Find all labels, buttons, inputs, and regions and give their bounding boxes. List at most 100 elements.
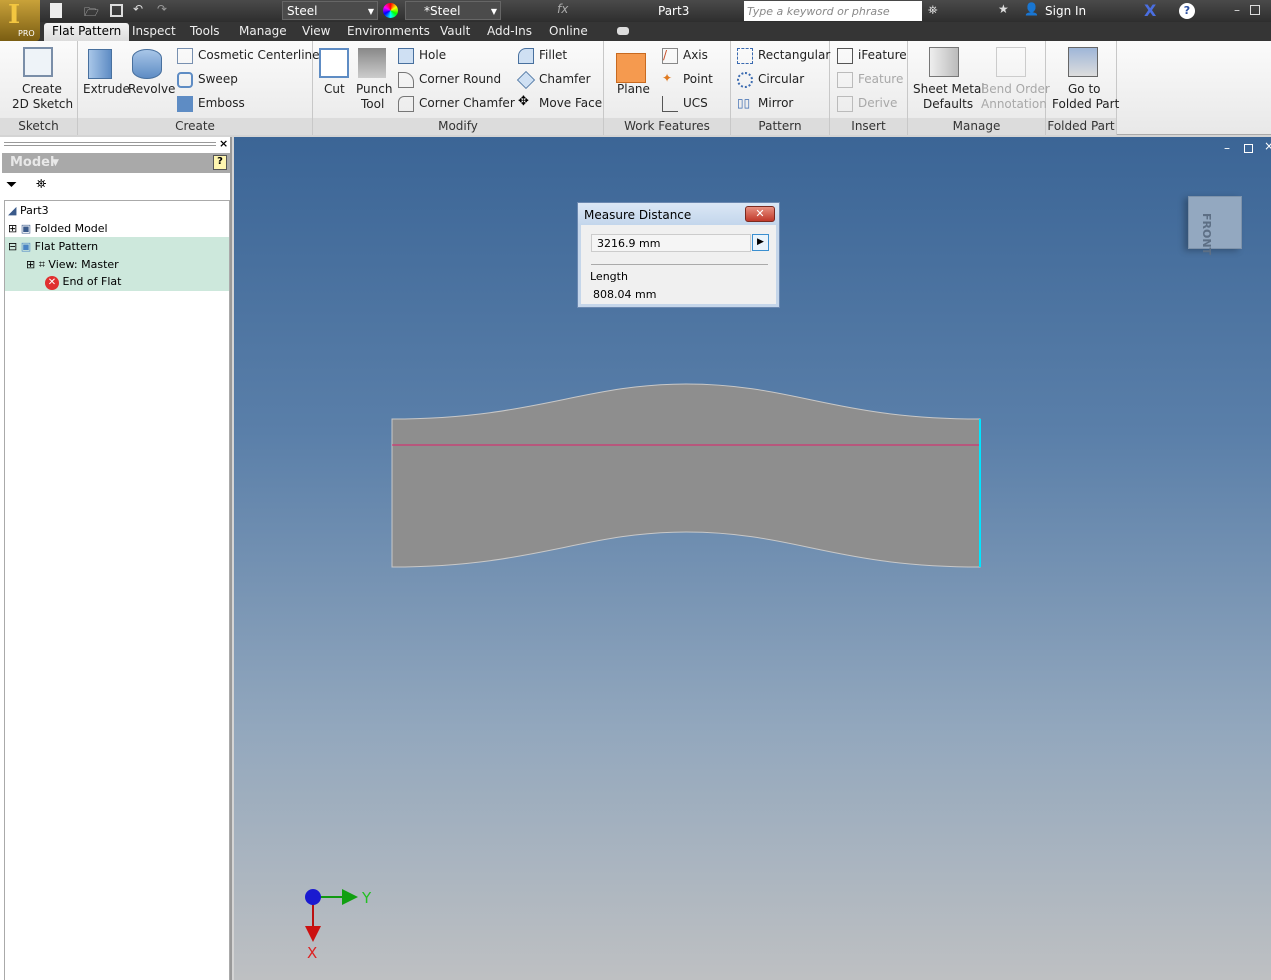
minimize-icon[interactable]: – <box>1234 3 1240 17</box>
tab-environments[interactable]: Environments <box>339 23 438 41</box>
exchange-icon[interactable]: X <box>1144 1 1156 20</box>
collapse-icon[interactable]: ⊟ <box>8 240 17 253</box>
appearance-select[interactable]: *Steel ▼ <box>405 1 501 20</box>
panel-label-modify: Modify <box>313 118 603 135</box>
tree-item-folded-model[interactable]: ⊞ ▣ Folded Model <box>8 222 108 235</box>
browser-header[interactable]: Model ▼ ? <box>2 153 230 173</box>
y-axis-arrow <box>342 889 358 905</box>
chamfer-button[interactable]: Chamfer <box>539 72 591 87</box>
cut-button[interactable]: Cut <box>324 82 345 97</box>
tab-online[interactable]: Online <box>541 23 596 41</box>
help-icon[interactable]: ? <box>213 155 227 170</box>
panel-sketch: Create 2D Sketch Sketch <box>0 41 78 135</box>
derive-button[interactable]: Derive <box>858 96 897 111</box>
tree-item-end-of-flat[interactable]: ✕ End of Flat <box>45 275 121 290</box>
chamfer-icon <box>516 70 536 90</box>
flat-pattern-part <box>391 383 981 568</box>
bend-order-annotation-button[interactable]: Bend Order <box>981 82 1050 97</box>
mirror-button[interactable]: Mirror <box>758 96 793 111</box>
circular-pattern-button[interactable]: Circular <box>758 72 804 87</box>
emboss-button[interactable]: Emboss <box>198 96 245 111</box>
axis-button[interactable]: Axis <box>683 48 708 63</box>
material-select[interactable]: Steel ▼ <box>282 1 378 20</box>
go-to-folded-part-button[interactable]: Go to <box>1068 82 1101 97</box>
material-value: Steel <box>287 4 318 18</box>
circular-pattern-icon <box>737 72 753 88</box>
go-to-folded-part-icon <box>1068 47 1098 77</box>
tab-manage[interactable]: Manage <box>231 23 295 41</box>
star-icon[interactable]: ★ <box>998 2 1009 16</box>
tab-inspect[interactable]: Inspect <box>124 23 184 41</box>
punch-tool-icon <box>358 48 386 78</box>
move-face-button[interactable]: Move Face <box>539 96 602 111</box>
corner-round-button[interactable]: Corner Round <box>419 72 501 87</box>
browser-tree: ◢ Part3 ⊞ ▣ Folded Model ⊟ ▣ Flat Patter… <box>4 200 230 980</box>
measure-value-field[interactable]: 3216.9 mm <box>591 234 751 252</box>
measure-options-button[interactable]: ▶ <box>752 234 769 251</box>
tab-flat-pattern[interactable]: Flat Pattern <box>44 23 130 41</box>
ifeature-icon <box>837 48 853 64</box>
flat-pattern-icon: ▣ <box>20 240 32 253</box>
help-icon[interactable]: ? <box>1179 3 1195 19</box>
feature-button[interactable]: Feature <box>858 72 903 87</box>
color-wheel-icon <box>383 3 398 18</box>
close-browser-icon[interactable]: × <box>219 137 228 150</box>
open-icon[interactable]: 🗁 <box>84 3 99 24</box>
tree-item-flat-pattern[interactable]: ⊟ ▣ Flat Pattern <box>8 240 98 253</box>
z-axis-origin <box>305 889 321 905</box>
tab-add-ins[interactable]: Add-Ins <box>479 23 540 41</box>
part-icon: ◢ <box>8 204 17 217</box>
redo-icon[interactable]: ↷ <box>157 2 167 16</box>
tree-item-part3[interactable]: ◢ Part3 <box>8 204 49 217</box>
search-input[interactable]: Type a keyword or phrase <box>744 1 922 21</box>
tree-item-view-master[interactable]: ⊞ ⌗ View: Master <box>26 258 119 272</box>
extrude-icon <box>88 49 112 79</box>
app-menu-button[interactable]: I PRO <box>0 0 40 41</box>
fx-icon[interactable]: fx <box>557 2 568 16</box>
rectangular-pattern-button[interactable]: Rectangular <box>758 48 830 63</box>
bend-order-label-2: Annotation <box>981 97 1047 111</box>
panel-label-create: Create <box>78 118 312 135</box>
go-to-folded-part-label-2: Folded Part <box>1052 97 1120 111</box>
new-icon[interactable] <box>50 3 62 18</box>
sheet-metal-defaults-label-2: Defaults <box>923 97 974 111</box>
expand-icon[interactable]: ⊞ <box>26 258 35 271</box>
filter-icon[interactable]: ⏷ <box>6 177 17 193</box>
point-button[interactable]: Point <box>683 72 713 87</box>
undo-icon[interactable]: ↶ <box>133 2 143 16</box>
measure-distance-dialog: Measure Distance ✕ 3216.9 mm ▶ Length 80… <box>577 202 780 308</box>
extrude-button[interactable]: Extrude <box>83 82 130 97</box>
revolve-button[interactable]: Revolve <box>128 82 175 97</box>
hole-icon <box>398 48 414 64</box>
sheet-metal-defaults-button[interactable]: Sheet Metal <box>913 82 985 97</box>
ribbon-toggle-icon[interactable] <box>617 27 629 35</box>
tab-vault[interactable]: Vault <box>432 23 478 41</box>
sweep-button[interactable]: Sweep <box>198 72 238 87</box>
corner-chamfer-button[interactable]: Corner Chamfer <box>419 96 515 111</box>
save-icon[interactable] <box>110 4 123 17</box>
ucs-button[interactable]: UCS <box>683 96 708 111</box>
ifeature-button[interactable]: iFeature <box>858 48 907 63</box>
axis-icon: / <box>662 48 678 64</box>
find-icon[interactable]: ⛯ <box>36 177 46 192</box>
sketch-icon <box>23 47 53 77</box>
expand-icon[interactable]: ⊞ <box>8 222 17 235</box>
plane-button[interactable]: Plane <box>617 82 650 97</box>
fillet-button[interactable]: Fillet <box>539 48 567 63</box>
sign-in-button[interactable]: Sign In <box>1045 4 1086 18</box>
tree-label: Folded Model <box>34 222 108 235</box>
x-axis-arrow <box>305 926 321 942</box>
browser-grip[interactable] <box>4 142 216 146</box>
close-dialog-button[interactable]: ✕ <box>745 206 775 222</box>
y-axis-label: Y <box>361 889 372 907</box>
cosmetic-centerline-button[interactable]: Cosmetic Centerline <box>198 48 320 63</box>
hole-button[interactable]: Hole <box>419 48 446 63</box>
panel-label-pattern: Pattern <box>731 118 829 135</box>
tab-tools[interactable]: Tools <box>182 23 228 41</box>
restore-icon[interactable] <box>1250 5 1260 15</box>
binoculars-icon[interactable]: ⛯ <box>928 3 938 18</box>
punch-tool-button[interactable]: Punch <box>356 82 392 97</box>
dialog-titlebar[interactable]: Measure Distance ✕ <box>578 203 779 225</box>
tab-view[interactable]: View <box>294 23 338 41</box>
document-title: Part3 <box>658 4 690 18</box>
